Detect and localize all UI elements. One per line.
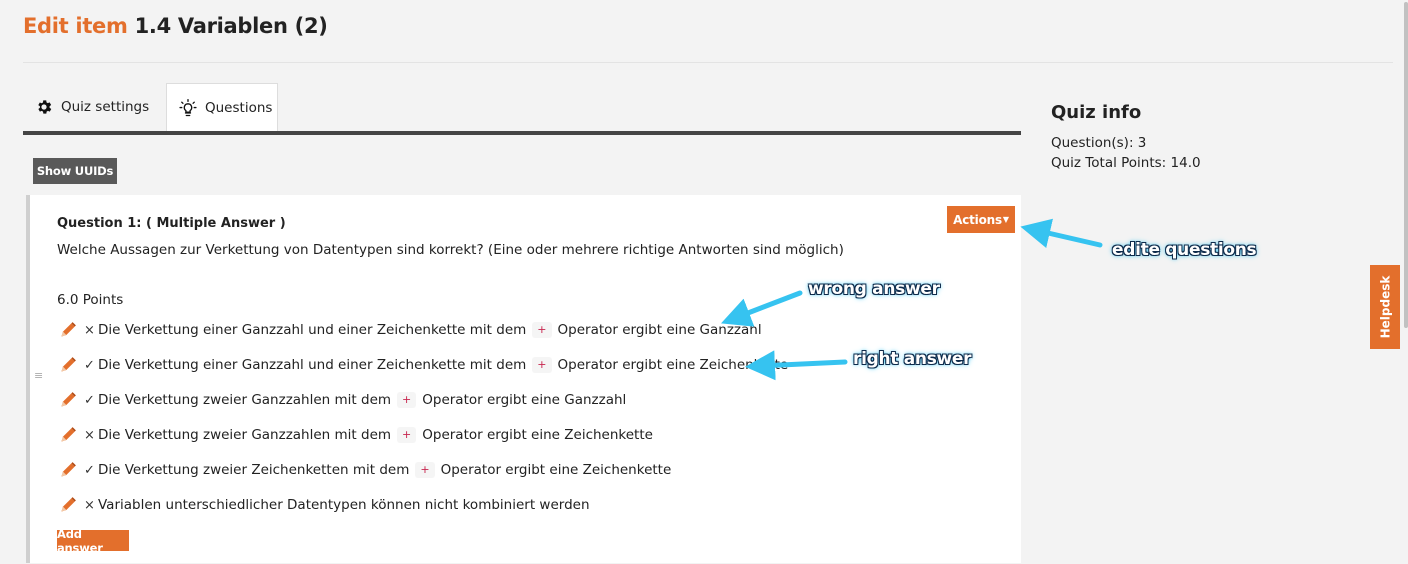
callout-wrong-answer: wrong answer	[808, 279, 940, 299]
quiz-info-title: Quiz info	[1051, 102, 1142, 123]
tab-underline	[23, 131, 1021, 135]
question-heading: Question 1: ( Multiple Answer )	[57, 216, 286, 231]
page-title-name: 1.4 Variablen (2)	[134, 14, 328, 38]
operator-code: +	[532, 357, 552, 373]
tab-questions-label: Questions	[205, 99, 273, 116]
page-title-prefix: Edit item	[23, 14, 128, 38]
show-uuids-button[interactable]: Show UUIDs	[33, 158, 117, 184]
pencil-icon[interactable]	[57, 459, 79, 481]
title-divider	[23, 62, 1393, 63]
add-answer-button[interactable]: Add answer	[57, 527, 129, 555]
question-card: Question 1: ( Multiple Answer ) Welche A…	[26, 195, 1021, 563]
scrollbar-thumb[interactable]	[1404, 2, 1408, 328]
actions-dropdown-button[interactable]: Actions ▼	[947, 206, 1015, 233]
answer-row: × Die Verkettung einer Ganzzahl und eine…	[57, 318, 762, 342]
pencil-icon[interactable]	[57, 319, 79, 341]
lightbulb-icon	[177, 97, 199, 119]
answer-text-before: Die Verkettung zweier Ganzzahlen mit dem	[98, 392, 392, 408]
answer-text-after: Operator ergibt eine Zeichenkette	[422, 427, 653, 443]
answer-row: × Die Verkettung zweier Ganzzahlen mit d…	[57, 423, 653, 447]
question-points: 6.0 Points	[57, 292, 124, 308]
answer-mark: ×	[84, 497, 95, 513]
operator-code: +	[415, 462, 435, 478]
answer-row: × Variablen unterschiedlicher Datentypen…	[57, 493, 590, 517]
helpdesk-label: Helpdesk	[1378, 275, 1392, 339]
question-text: Welche Aussagen zur Verkettung von Daten…	[57, 242, 844, 258]
answer-mark: ✓	[84, 462, 95, 478]
pencil-icon[interactable]	[57, 424, 79, 446]
answer-row: ✓ Die Verkettung zweier Zeichenketten mi…	[57, 458, 671, 482]
actions-label: Actions	[953, 212, 1002, 227]
callout-edit-questions: edite questions	[1112, 240, 1257, 260]
operator-code: +	[397, 427, 417, 443]
operator-code: +	[397, 392, 417, 408]
answer-mark: ×	[84, 322, 95, 338]
answer-mark: ×	[84, 427, 95, 443]
helpdesk-tab[interactable]: Helpdesk	[1370, 265, 1400, 349]
answer-text-before: Die Verkettung zweier Ganzzahlen mit dem	[98, 427, 392, 443]
tab-quiz-settings[interactable]: Quiz settings	[23, 83, 163, 131]
pencil-icon[interactable]	[57, 494, 79, 516]
operator-code: +	[532, 322, 552, 338]
answer-text-before: Variablen unterschiedlicher Datentypen k…	[98, 497, 590, 513]
answer-mark: ✓	[84, 392, 95, 408]
answer-text-before: Die Verkettung einer Ganzzahl und einer …	[98, 357, 527, 373]
pencil-icon[interactable]	[57, 354, 79, 376]
drag-handle-icon[interactable]: ≡	[34, 369, 43, 382]
caret-down-icon: ▼	[1002, 215, 1009, 224]
arrow-edit-questions	[1020, 218, 1103, 248]
quiz-info-questions: Question(s): 3	[1051, 135, 1147, 151]
answer-text-after: Operator ergibt eine Ganzzahl	[422, 392, 627, 408]
page-title: Edit item 1.4 Variablen (2)	[23, 14, 328, 38]
answer-text-after: Operator ergibt eine Ganzzahl	[557, 322, 762, 338]
answer-text-after: Operator ergibt eine Zeichenkette	[557, 357, 789, 373]
callout-right-answer: right answer	[853, 349, 972, 369]
answer-row: ✓ Die Verkettung zweier Ganzzahlen mit d…	[57, 388, 626, 412]
quiz-info-total-points: Quiz Total Points: 14.0	[1051, 155, 1201, 171]
answer-text-before: Die Verkettung einer Ganzzahl und einer …	[98, 322, 527, 338]
answer-text-after: Operator ergibt eine Zeichenkette	[440, 462, 672, 478]
tab-questions[interactable]: Questions	[166, 83, 278, 131]
answer-mark: ✓	[84, 357, 95, 373]
tab-quiz-settings-label: Quiz settings	[61, 99, 150, 115]
pencil-icon[interactable]	[57, 389, 79, 411]
answer-row: ✓ Die Verkettung einer Ganzzahl und eine…	[57, 353, 788, 377]
answer-text-before: Die Verkettung zweier Zeichenketten mit …	[98, 462, 410, 478]
gear-icon	[33, 96, 55, 118]
